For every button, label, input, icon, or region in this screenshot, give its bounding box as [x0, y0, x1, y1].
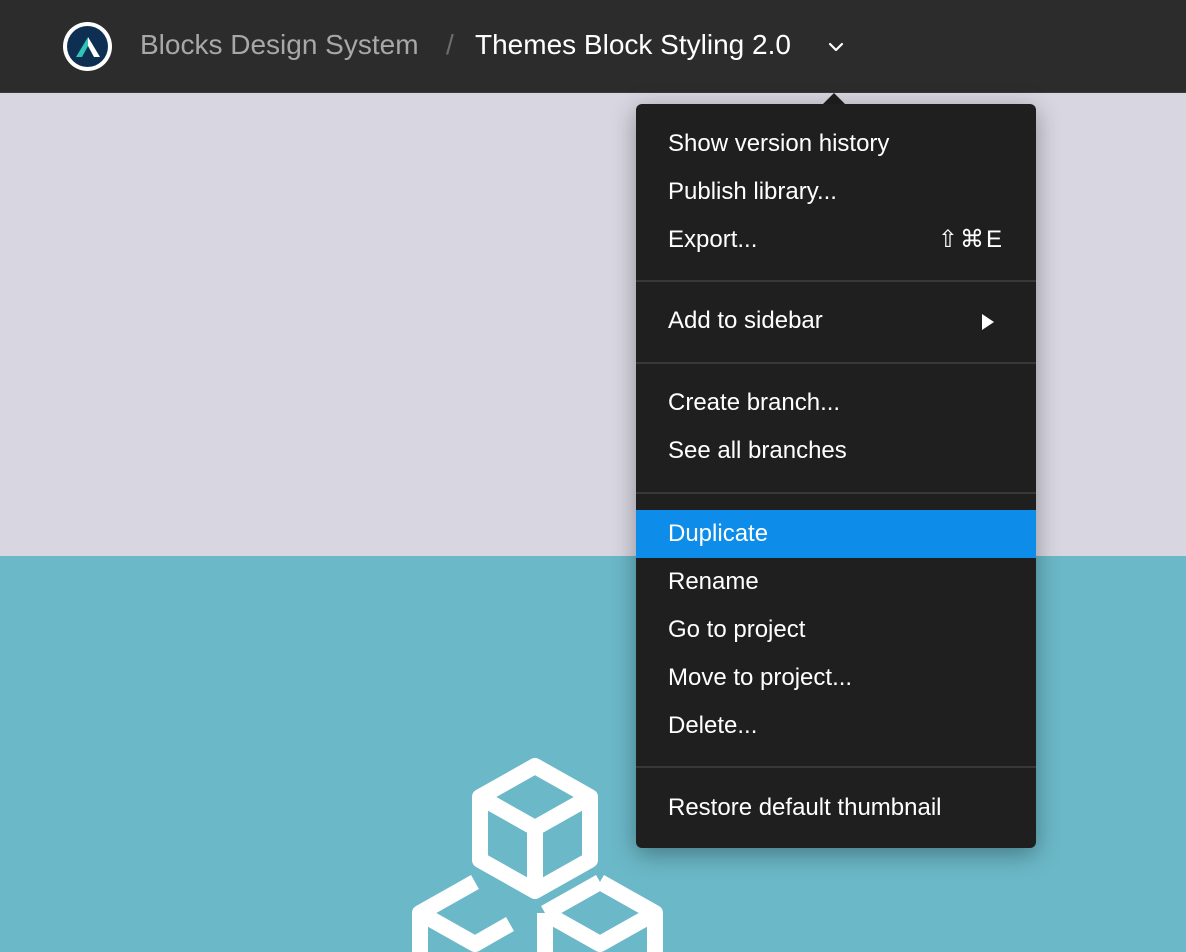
menu-item-label: Go to project: [668, 616, 806, 643]
file-title[interactable]: Themes Block Styling 2.0: [475, 28, 791, 62]
menu-item-label: Move to project...: [668, 664, 853, 691]
menu-item-label: Show version history: [668, 130, 890, 157]
menu-item-label: Export...: [668, 226, 758, 253]
breadcrumb-team[interactable]: Blocks Design System: [140, 28, 419, 62]
menu-item-export[interactable]: Export... ⇧⌘E: [636, 216, 1036, 264]
breadcrumb-separator: /: [446, 29, 454, 60]
menu-item-show-version-history[interactable]: Show version history: [636, 120, 1036, 168]
menu-item-move-to-project[interactable]: Move to project...: [636, 654, 1036, 702]
menu-item-delete[interactable]: Delete...: [636, 702, 1036, 750]
menu-item-go-to-project[interactable]: Go to project: [636, 606, 1036, 654]
menu-item-add-to-sidebar[interactable]: Add to sidebar: [636, 297, 1036, 345]
menu-item-rename[interactable]: Rename: [636, 558, 1036, 606]
top-bar: Blocks Design System / Themes Block Styl…: [0, 0, 1186, 93]
menu-item-label: See all branches: [668, 437, 847, 464]
menu-item-duplicate[interactable]: Duplicate: [636, 510, 1036, 558]
menu-item-restore-default-thumbnail[interactable]: Restore default thumbnail: [636, 784, 1036, 832]
blocks-logo-icon[interactable]: [63, 22, 112, 71]
menu-item-label: Create branch...: [668, 389, 841, 416]
menu-item-label: Publish library...: [668, 178, 837, 205]
triangle-right-icon: [982, 314, 994, 330]
chevron-down-icon[interactable]: [826, 40, 846, 54]
menu-item-label: Duplicate: [668, 520, 769, 547]
file-context-menu: Show version history Publish library... …: [636, 104, 1036, 848]
menu-item-create-branch[interactable]: Create branch...: [636, 379, 1036, 427]
menu-item-label: Restore default thumbnail: [668, 794, 942, 821]
menu-item-publish-library[interactable]: Publish library...: [636, 168, 1036, 216]
menu-item-label: Rename: [668, 568, 759, 595]
menu-divider: [636, 492, 1036, 494]
menu-divider: [636, 280, 1036, 282]
menu-item-label: Delete...: [668, 712, 758, 739]
menu-item-label: Add to sidebar: [668, 307, 823, 334]
menu-divider: [636, 766, 1036, 768]
menu-item-see-all-branches[interactable]: See all branches: [636, 427, 1036, 475]
menu-divider: [636, 362, 1036, 364]
export-shortcut: ⇧⌘E: [937, 226, 1004, 253]
